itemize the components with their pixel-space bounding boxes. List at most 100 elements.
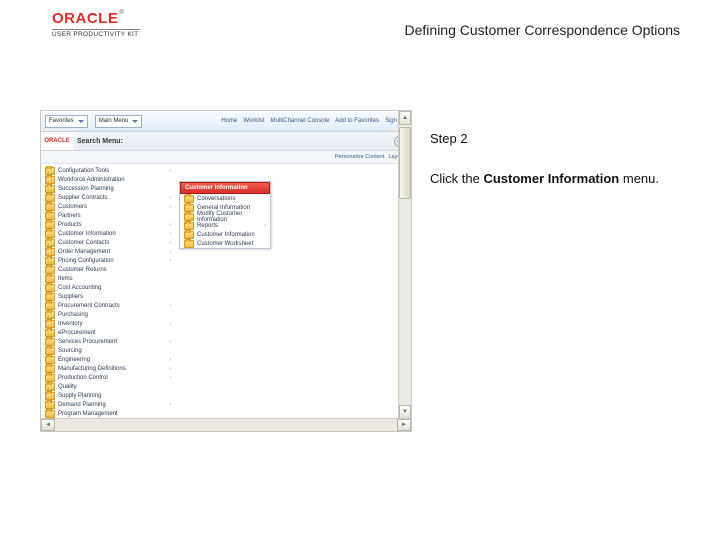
menu-item-label: Order Management bbox=[58, 249, 110, 255]
submenu-flyout: Customer Information ConversationsGenera… bbox=[179, 181, 271, 249]
menu-item[interactable]: Engineering › bbox=[45, 355, 175, 364]
menu-item-label: Program Management bbox=[58, 411, 118, 417]
menu-item-label: Supplier Contracts bbox=[58, 195, 107, 201]
menu-item[interactable]: Customers› bbox=[45, 202, 175, 211]
app-screenshot: Favorites Main Menu Home Worklist MultiC… bbox=[40, 110, 412, 432]
submenu-header[interactable]: Customer Information bbox=[180, 182, 270, 194]
scroll-up-button[interactable]: ▲ bbox=[399, 111, 411, 125]
folder-icon bbox=[45, 302, 55, 310]
oracle-logo-subtitle: USER PRODUCTIVITY KIT bbox=[52, 29, 140, 38]
menu-item-label: Engineering bbox=[58, 357, 90, 363]
submenu-item[interactable]: Customer Information bbox=[180, 230, 270, 239]
scroll-track[interactable] bbox=[399, 199, 411, 405]
chevron-right-icon: › bbox=[169, 204, 171, 210]
submenu-item-label: Modify Customer Information bbox=[197, 211, 266, 223]
folder-icon bbox=[45, 194, 55, 202]
nav-worklist[interactable]: Worklist bbox=[243, 118, 264, 124]
scroll-down-button[interactable]: ▼ bbox=[399, 405, 411, 419]
folder-icon bbox=[45, 392, 55, 400]
menu-item[interactable]: Configuration Tools› bbox=[45, 166, 175, 175]
app-secondbar: ORACLE Search Menu: ≪ bbox=[41, 132, 411, 151]
menu-item[interactable]: Manufacturing Definitions› bbox=[45, 364, 175, 373]
main-menu-dropdown-label: Main Menu bbox=[99, 118, 129, 124]
menu-item-label: Succession Planning bbox=[58, 186, 114, 192]
folder-icon bbox=[184, 213, 194, 221]
folder-icon bbox=[45, 356, 55, 364]
chevron-right-icon: › bbox=[169, 402, 171, 408]
menu-item[interactable]: Quality bbox=[45, 382, 175, 391]
folder-icon bbox=[45, 239, 55, 247]
chevron-right-icon: › bbox=[169, 366, 171, 372]
menu-item[interactable]: Procurement Contracts› bbox=[45, 301, 175, 310]
app-subbar: Personalize Content Layout bbox=[41, 151, 411, 164]
menu-item-label: Demand Planning bbox=[58, 402, 106, 408]
menu-item-label: Products bbox=[58, 222, 82, 228]
oracle-wordmark: ORACLE bbox=[52, 10, 118, 27]
chevron-right-icon: › bbox=[169, 375, 171, 381]
menu-tree: Configuration Tools›Workforce Administra… bbox=[41, 164, 175, 420]
scroll-left-button[interactable]: ◄ bbox=[41, 419, 55, 431]
folder-icon bbox=[45, 167, 55, 175]
menu-item[interactable]: Supplier Contracts› bbox=[45, 193, 175, 202]
nav-mcc[interactable]: MultiChannel Console bbox=[271, 118, 330, 124]
menu-item[interactable]: Inventory› bbox=[45, 319, 175, 328]
menu-item[interactable]: Succession Planning bbox=[45, 184, 175, 193]
scroll-right-button[interactable]: ► bbox=[397, 419, 411, 431]
menu-item[interactable]: Order Management› bbox=[45, 247, 175, 256]
horizontal-scrollbar[interactable]: ◄ ► bbox=[41, 418, 411, 431]
menu-item-label: Partners bbox=[58, 213, 81, 219]
menu-item[interactable]: Customer Contacts› bbox=[45, 238, 175, 247]
app-brand: ORACLE bbox=[41, 132, 73, 150]
vertical-scrollbar[interactable]: ▲ ▼ bbox=[398, 111, 411, 419]
menu-item[interactable]: Products › bbox=[45, 220, 175, 229]
favorites-dropdown[interactable]: Favorites bbox=[45, 115, 88, 128]
chevron-right-icon: › bbox=[169, 222, 171, 228]
folder-icon bbox=[45, 311, 55, 319]
nav-home[interactable]: Home bbox=[221, 118, 237, 124]
scroll-thumb[interactable] bbox=[399, 127, 411, 199]
folder-icon bbox=[45, 221, 55, 229]
menu-item[interactable]: Sourcing bbox=[45, 346, 175, 355]
menu-item[interactable]: Workforce Administration bbox=[45, 175, 175, 184]
menu-item-label: Items bbox=[58, 276, 73, 282]
main-menu-dropdown[interactable]: Main Menu bbox=[95, 115, 143, 128]
menu-item[interactable]: Partners bbox=[45, 211, 175, 220]
menu-item[interactable]: Cost Accounting bbox=[45, 283, 175, 292]
menu-item[interactable]: Customer Information› bbox=[45, 229, 175, 238]
submenu-item[interactable]: Customer Worksheet bbox=[180, 239, 270, 248]
menu-item[interactable]: eProcurement bbox=[45, 328, 175, 337]
menu-item[interactable]: Services Procurement› bbox=[45, 337, 175, 346]
oracle-logo: ORACLE® USER PRODUCTIVITY KIT bbox=[52, 10, 140, 38]
menu-item[interactable]: Purchasing bbox=[45, 310, 175, 319]
folder-icon bbox=[45, 257, 55, 265]
folder-icon bbox=[45, 374, 55, 382]
menu-item-label: Suppliers bbox=[58, 294, 83, 300]
menu-item[interactable]: Customer Returns bbox=[45, 265, 175, 274]
submenu-item[interactable]: Modify Customer Information bbox=[180, 212, 270, 221]
folder-icon bbox=[45, 320, 55, 328]
nav-add-fav[interactable]: Add to Favorites bbox=[335, 118, 379, 124]
menu-item-label: Purchasing bbox=[58, 312, 88, 318]
menu-item-label: Sourcing bbox=[58, 348, 82, 354]
menu-item[interactable]: Production Control› bbox=[45, 373, 175, 382]
folder-icon bbox=[184, 222, 194, 230]
menu-item[interactable]: Supply Planning bbox=[45, 391, 175, 400]
folder-icon bbox=[45, 284, 55, 292]
submenu-item[interactable]: Conversations bbox=[180, 194, 270, 203]
submenu-item-label: Customer Worksheet bbox=[197, 241, 253, 247]
folder-icon bbox=[184, 240, 194, 248]
chevron-right-icon: › bbox=[169, 303, 171, 309]
menu-item[interactable]: Suppliers bbox=[45, 292, 175, 301]
chevron-right-icon: › bbox=[169, 321, 171, 327]
menu-item[interactable]: Items bbox=[45, 274, 175, 283]
chevron-down-icon bbox=[78, 120, 84, 123]
scroll-track[interactable] bbox=[55, 420, 397, 430]
app-topbar: Favorites Main Menu Home Worklist MultiC… bbox=[41, 111, 411, 132]
folder-icon bbox=[45, 248, 55, 256]
menu-item[interactable]: Demand Planning › bbox=[45, 400, 175, 409]
chevron-right-icon: › bbox=[264, 223, 266, 229]
menu-item[interactable]: Program Management bbox=[45, 409, 175, 418]
step-label: Step 2 bbox=[430, 130, 690, 148]
chevron-right-icon: › bbox=[169, 357, 171, 363]
menu-item[interactable]: Pricing Configuration› bbox=[45, 256, 175, 265]
